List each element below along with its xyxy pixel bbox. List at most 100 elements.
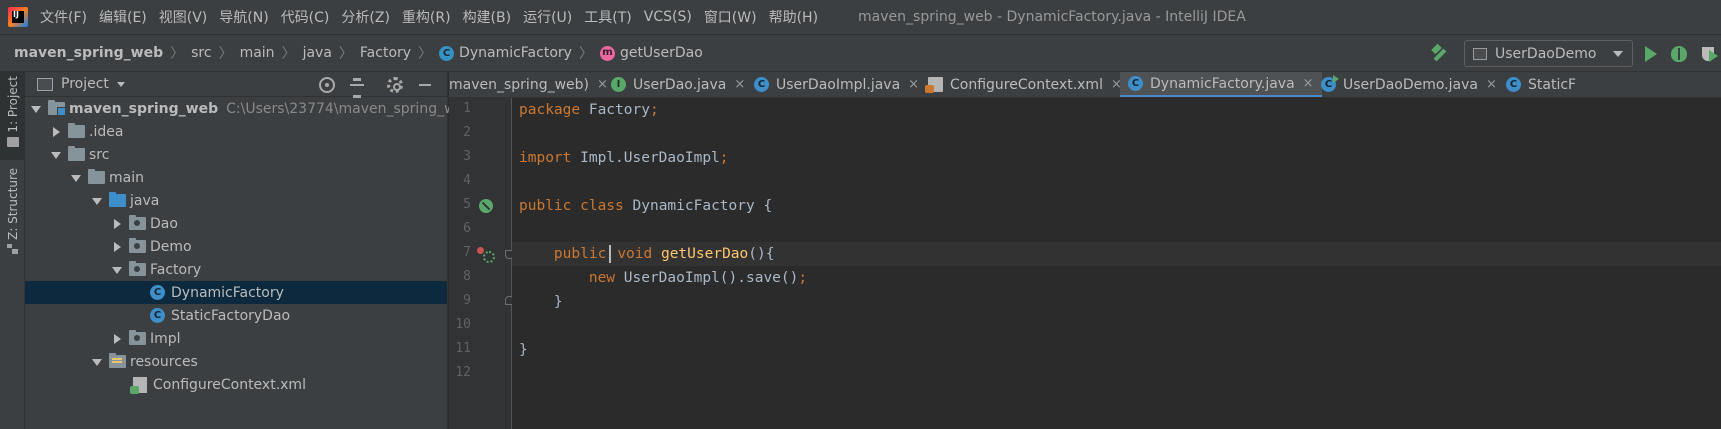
tree-item-static-factory-dao[interactable]: C StaticFactoryDao bbox=[25, 304, 447, 327]
run-toolbar: UserDaoDemo bbox=[1430, 35, 1721, 72]
code-line-3[interactable]: import Impl.UserDaoImpl; bbox=[512, 146, 1721, 170]
tab-userdaodemo[interactable]: C UserDaoDemo.java × bbox=[1313, 72, 1505, 97]
collapse-all-icon[interactable] bbox=[349, 77, 365, 98]
tab-static-factory[interactable]: C StaticF bbox=[1498, 72, 1576, 97]
breadcrumb-method[interactable]: m getUserDao bbox=[599, 45, 703, 61]
breadcrumb-class[interactable]: C DynamicFactory bbox=[439, 45, 572, 61]
hide-panel-icon[interactable] bbox=[417, 77, 433, 93]
line-number: 3 bbox=[463, 149, 471, 164]
locate-target-icon[interactable] bbox=[319, 76, 335, 93]
breadcrumb-src[interactable]: src bbox=[191, 45, 211, 61]
menu-window[interactable]: 窗口(W) bbox=[700, 7, 765, 27]
expand-arrow-icon[interactable] bbox=[48, 147, 64, 163]
chevron-down-icon[interactable] bbox=[116, 81, 125, 87]
menu-vcs[interactable]: VCS(S) bbox=[640, 9, 700, 25]
gear-icon[interactable] bbox=[387, 76, 403, 93]
breadcrumb-main[interactable]: main bbox=[240, 45, 275, 61]
tree-item-dao[interactable]: Dao bbox=[25, 212, 447, 235]
tab-pom[interactable]: maven_spring_web) × bbox=[449, 72, 616, 97]
expand-arrow-icon[interactable] bbox=[89, 354, 105, 370]
close-icon[interactable]: × bbox=[908, 77, 919, 92]
expand-arrow-icon[interactable] bbox=[109, 331, 125, 347]
tree-item-label: resources bbox=[130, 353, 198, 370]
tree-item-demo[interactable]: Demo bbox=[25, 235, 447, 258]
package-icon bbox=[129, 261, 146, 276]
build-hammer-icon[interactable] bbox=[1430, 44, 1450, 64]
structure-tool-tab[interactable]: Z: Structure bbox=[0, 168, 25, 264]
menu-view[interactable]: 视图(V) bbox=[155, 7, 216, 27]
run-play-icon[interactable] bbox=[1645, 45, 1657, 62]
expand-arrow-icon[interactable] bbox=[109, 216, 125, 232]
breadcrumb-project[interactable]: maven_spring_web bbox=[14, 45, 163, 61]
run-configuration-dropdown[interactable]: UserDaoDemo bbox=[1464, 40, 1633, 67]
gutter-line: 11 bbox=[449, 338, 512, 362]
menu-bar: IJ 文件(F) 编辑(E) 视图(V) 导航(N) 代码(C) 分析(Z) 重… bbox=[0, 0, 1721, 34]
editor-gutter[interactable]: 1 2 3 4 5 6 7 8 9 10 11 12 bbox=[449, 98, 514, 429]
tree-item-configure-context[interactable]: ConfigureContext.xml bbox=[25, 373, 447, 396]
tab-userdao[interactable]: I UserDao.java × bbox=[603, 72, 753, 97]
spring-bean-gutter-icon[interactable] bbox=[479, 199, 493, 213]
expand-arrow-icon[interactable] bbox=[48, 124, 64, 140]
breadcrumb-factory[interactable]: Factory bbox=[360, 45, 411, 61]
tree-item-label: StaticFactoryDao bbox=[171, 307, 291, 324]
intellij-logo-icon: IJ bbox=[8, 7, 28, 27]
menu-code[interactable]: 代码(C) bbox=[277, 7, 338, 27]
menu-refactor[interactable]: 重构(R) bbox=[398, 7, 459, 27]
menu-run[interactable]: 运行(U) bbox=[519, 7, 580, 27]
chevron-down-icon bbox=[1613, 51, 1623, 57]
code-line-5[interactable]: public class DynamicFactory { bbox=[512, 194, 1721, 218]
tab-userdaoimpl[interactable]: C UserDaoImpl.java × bbox=[746, 72, 927, 97]
code-editor[interactable]: package Factory; import Impl.UserDaoImpl… bbox=[512, 98, 1721, 429]
tree-item-resources[interactable]: resources bbox=[25, 350, 447, 373]
tab-label: maven_spring_web) bbox=[449, 76, 589, 93]
tab-dynamic-factory[interactable]: C DynamicFactory.java × bbox=[1120, 72, 1322, 97]
menu-file[interactable]: 文件(F) bbox=[40, 7, 95, 27]
menu-tools[interactable]: 工具(T) bbox=[580, 7, 639, 27]
tree-item-factory[interactable]: Factory bbox=[25, 258, 447, 281]
menu-help[interactable]: 帮助(H) bbox=[765, 7, 826, 27]
tab-configure-context[interactable]: ConfigureContext.xml × bbox=[920, 72, 1130, 97]
factory-method-gutter-icon[interactable] bbox=[477, 247, 495, 263]
menu-build[interactable]: 构建(B) bbox=[459, 7, 520, 27]
gutter-line: 6 bbox=[449, 218, 512, 242]
breadcrumb-separator-icon: 〉 bbox=[338, 46, 353, 62]
expand-arrow-icon[interactable] bbox=[89, 193, 105, 209]
menu-navigate[interactable]: 导航(N) bbox=[215, 7, 276, 27]
close-icon[interactable]: × bbox=[1303, 76, 1314, 91]
code-token: } bbox=[553, 294, 563, 310]
tree-item-label: maven_spring_web bbox=[69, 100, 219, 117]
tree-item-main[interactable]: main bbox=[25, 166, 447, 189]
debug-bug-icon[interactable] bbox=[1671, 45, 1687, 62]
close-icon[interactable]: × bbox=[1486, 77, 1497, 92]
menu-edit[interactable]: 编辑(E) bbox=[95, 7, 155, 27]
project-panel-title[interactable]: Project bbox=[61, 76, 109, 92]
breadcrumb-java[interactable]: java bbox=[303, 45, 332, 61]
breadcrumb-method-label: getUserDao bbox=[619, 45, 703, 61]
tree-item-idea[interactable]: .idea bbox=[25, 120, 447, 143]
run-with-coverage-icon[interactable] bbox=[1701, 45, 1719, 63]
tree-item-impl[interactable]: Impl bbox=[25, 327, 447, 350]
breadcrumb-separator-icon: 〉 bbox=[578, 46, 593, 62]
expand-arrow-icon[interactable] bbox=[109, 262, 125, 278]
code-line-9[interactable]: } bbox=[512, 290, 1721, 314]
expand-arrow-icon[interactable] bbox=[28, 101, 44, 117]
tree-item-label: main bbox=[109, 169, 144, 186]
line-number: 9 bbox=[463, 293, 471, 308]
tree-item-src[interactable]: src bbox=[25, 143, 447, 166]
tree-item-java[interactable]: java bbox=[25, 189, 447, 212]
tree-item-root[interactable]: maven_spring_web C:\Users\23774\maven_sp… bbox=[25, 97, 473, 120]
code-line-11[interactable]: } bbox=[512, 338, 1721, 362]
close-icon[interactable]: × bbox=[734, 77, 745, 92]
code-line-1[interactable]: package Factory; bbox=[512, 98, 1721, 122]
code-line-8[interactable]: new UserDaoImpl().save(); bbox=[512, 266, 1721, 290]
code-line-7[interactable]: public void getUserDao(){ bbox=[512, 242, 1721, 266]
tree-item-dynamic-factory[interactable]: C DynamicFactory bbox=[25, 281, 447, 304]
project-tool-tab[interactable]: 1: Project bbox=[0, 72, 25, 160]
folder-icon bbox=[88, 169, 105, 184]
tree-item-label: java bbox=[130, 192, 160, 209]
expand-arrow-icon[interactable] bbox=[68, 170, 84, 186]
expand-arrow-icon[interactable] bbox=[109, 239, 125, 255]
menu-analyze[interactable]: 分析(Z) bbox=[337, 7, 398, 27]
tree-item-label: Dao bbox=[150, 215, 178, 232]
code-token: void bbox=[617, 246, 661, 262]
